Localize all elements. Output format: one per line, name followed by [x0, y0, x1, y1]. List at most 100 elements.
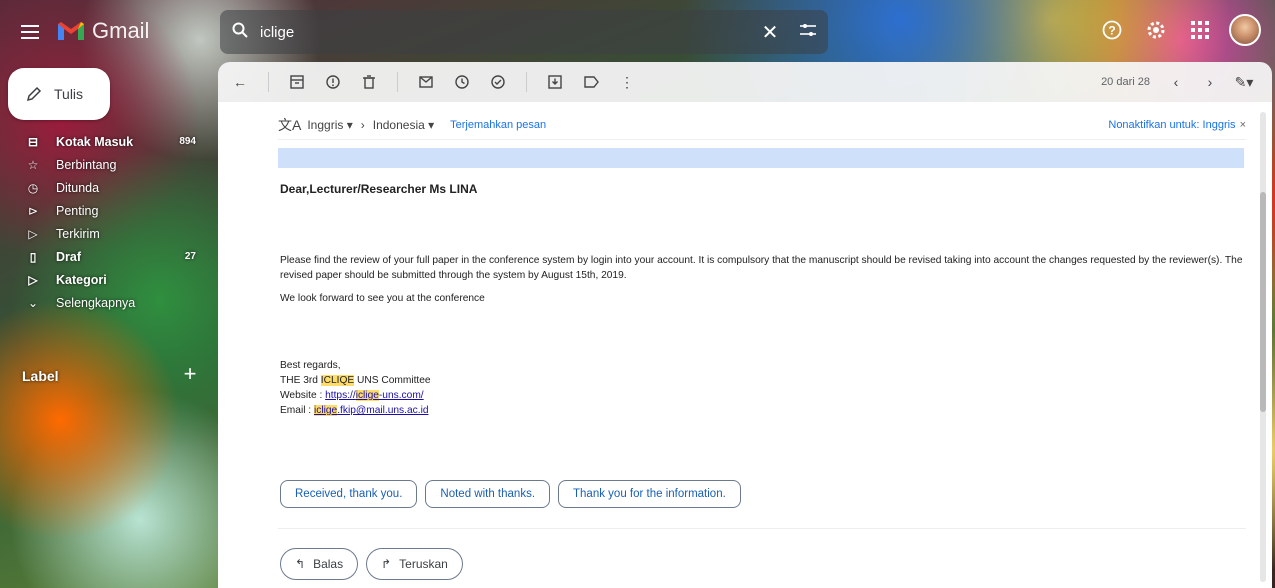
help-icon[interactable]: ?: [1097, 15, 1127, 45]
sidebar-item-snoozed[interactable]: ◷ Ditunda: [0, 176, 210, 199]
sidebar-item-drafts[interactable]: ▯ Draf 27: [0, 245, 210, 268]
signature: Best regards, THE 3rd ICLIQE UNS Committ…: [280, 358, 1250, 418]
apps-grid-icon[interactable]: [1185, 15, 1215, 45]
label-tag-icon[interactable]: [577, 68, 605, 96]
message-panel: 文A Inggris ▾ › Indonesia ▾ Terjemahkan p…: [218, 102, 1272, 588]
hamburger-icon: [21, 25, 39, 39]
translate-message-link[interactable]: Terjemahkan pesan: [450, 119, 546, 131]
compose-button[interactable]: Tulis: [8, 68, 110, 120]
reply-arrow-icon: ↰: [295, 557, 306, 571]
move-to-icon[interactable]: [541, 68, 569, 96]
search-icon[interactable]: [220, 22, 260, 43]
report-spam-icon[interactable]: [319, 68, 347, 96]
target-language-select[interactable]: Indonesia ▾: [373, 118, 434, 132]
sidebar-item-inbox[interactable]: ⊟ Kotak Masuk 894: [0, 130, 210, 153]
input-tools-pen-icon[interactable]: ✎▾: [1230, 68, 1258, 96]
more-vertical-icon[interactable]: ⋮: [613, 68, 641, 96]
sidebar-item-label: Draf: [56, 249, 82, 264]
divider: [278, 528, 1246, 529]
message-scrollbar[interactable]: [1260, 112, 1266, 582]
smart-reply-chip[interactable]: Noted with thanks.: [425, 480, 551, 508]
website-link[interactable]: https://iclige-uns.com/: [325, 390, 424, 401]
top-bar: Gmail ✕ ?: [0, 0, 1275, 64]
signature-text: UNS Committee: [354, 375, 431, 386]
inbox-count: 894: [179, 136, 196, 147]
snooze-clock-icon[interactable]: [448, 68, 476, 96]
smart-reply-chip[interactable]: Received, thank you.: [280, 480, 418, 508]
delete-icon[interactable]: [355, 68, 383, 96]
clock-icon: ◷: [27, 180, 39, 195]
target-language: Indonesia: [372, 117, 425, 132]
signature-regards: Best regards,: [280, 360, 341, 371]
signature-website: Website : https://iclige-uns.com/: [280, 388, 1250, 403]
draft-icon: ▯: [29, 249, 37, 264]
account-area: ?: [1097, 14, 1261, 46]
close-icon[interactable]: ×: [1240, 119, 1246, 131]
drafts-count: 27: [184, 251, 196, 262]
search-bar[interactable]: ✕: [220, 10, 828, 54]
sidebar-item-label: Berbintang: [56, 157, 117, 172]
search-highlight: iclige: [313, 405, 338, 416]
disable-translation-label: Nonaktifkan untuk: Inggris: [1108, 118, 1236, 131]
star-icon: ☆: [27, 157, 39, 172]
smart-replies: Received, thank you. Noted with thanks. …: [280, 480, 741, 508]
back-arrow-icon[interactable]: ←: [226, 68, 254, 96]
toolbar-divider: [268, 72, 269, 92]
link-text: -uns.com/: [378, 390, 424, 401]
important-icon: ⊳: [27, 203, 39, 218]
account-avatar[interactable]: [1229, 14, 1261, 46]
sidebar-item-label: Kotak Masuk: [56, 134, 134, 149]
sidebar-item-starred[interactable]: ☆ Berbintang: [0, 153, 210, 176]
chevron-down-icon: ⌄: [27, 295, 39, 310]
scrollbar-thumb[interactable]: [1260, 192, 1266, 412]
source-language: Inggris: [307, 117, 344, 132]
clear-search-icon[interactable]: ✕: [752, 20, 788, 45]
message-greeting: Dear,Lecturer/Researcher Ms LINA: [280, 182, 478, 196]
source-language-select[interactable]: Inggris ▾: [307, 118, 352, 132]
search-highlight: iclige: [355, 390, 379, 401]
add-label-button[interactable]: +: [178, 363, 202, 387]
website-label: Website :: [280, 390, 326, 401]
toolbar-divider: [397, 72, 398, 92]
smart-reply-chip[interactable]: Thank you for the information.: [558, 480, 741, 508]
gmail-logo[interactable]: Gmail: [56, 18, 149, 44]
message-toolbar: ← ⋮ 20 dari 28 ‹ › ✎▾: [218, 62, 1272, 102]
app-name: Gmail: [92, 18, 150, 43]
labels-heading: Label: [22, 368, 59, 384]
email-link[interactable]: iclige.fkip@mail.uns.ac.id: [313, 405, 429, 416]
translate-icon: 文A: [278, 116, 302, 133]
sidebar-item-categories[interactable]: ▷ Kategori: [0, 268, 210, 291]
signature-email: Email : iclige.fkip@mail.uns.ac.id: [280, 403, 1250, 418]
newer-chevron-left-icon[interactable]: ‹: [1162, 68, 1190, 96]
sidebar-item-sent[interactable]: ▷ Terkirim: [0, 222, 210, 245]
disable-translation-link[interactable]: Nonaktifkan untuk: Inggris ×: [1108, 119, 1246, 131]
search-input[interactable]: [260, 23, 752, 41]
link-text: .fkip@mail.uns.ac.id: [337, 405, 429, 416]
pagination-text: 20 dari 28: [1101, 76, 1150, 88]
sidebar-item-important[interactable]: ⊳ Penting: [0, 199, 210, 222]
inbox-icon: ⊟: [27, 134, 39, 149]
sidebar-item-label: Penting: [56, 203, 99, 218]
reply-label: Balas: [313, 557, 344, 571]
archive-icon[interactable]: [283, 68, 311, 96]
main-menu-button[interactable]: [14, 16, 46, 48]
mark-unread-icon[interactable]: [412, 68, 440, 96]
message-paragraph: We look forward to see you at the confer…: [280, 293, 485, 304]
message-paragraph: Please find the review of your full pape…: [280, 255, 1243, 281]
label-icon: ▷: [28, 272, 38, 287]
forward-arrow-icon: ↱: [381, 557, 392, 571]
forward-button[interactable]: ↱ Teruskan: [366, 548, 463, 580]
search-options-icon[interactable]: [788, 23, 828, 42]
older-chevron-right-icon[interactable]: ›: [1196, 68, 1224, 96]
sidebar-item-label: Kategori: [56, 272, 107, 287]
send-icon: ▷: [28, 226, 38, 241]
message-body: Dear,Lecturer/Researcher Ms LINA Please …: [280, 182, 1250, 418]
add-task-icon[interactable]: [484, 68, 512, 96]
email-header-band: [278, 148, 1244, 168]
forward-label: Teruskan: [399, 557, 448, 571]
toolbar-divider: [526, 72, 527, 92]
reply-button[interactable]: ↰ Balas: [280, 548, 359, 580]
settings-gear-icon[interactable]: [1141, 15, 1171, 45]
sidebar-item-more[interactable]: ⌄ Selengkapnya: [0, 291, 210, 314]
search-highlight: ICLIQE: [320, 375, 355, 386]
